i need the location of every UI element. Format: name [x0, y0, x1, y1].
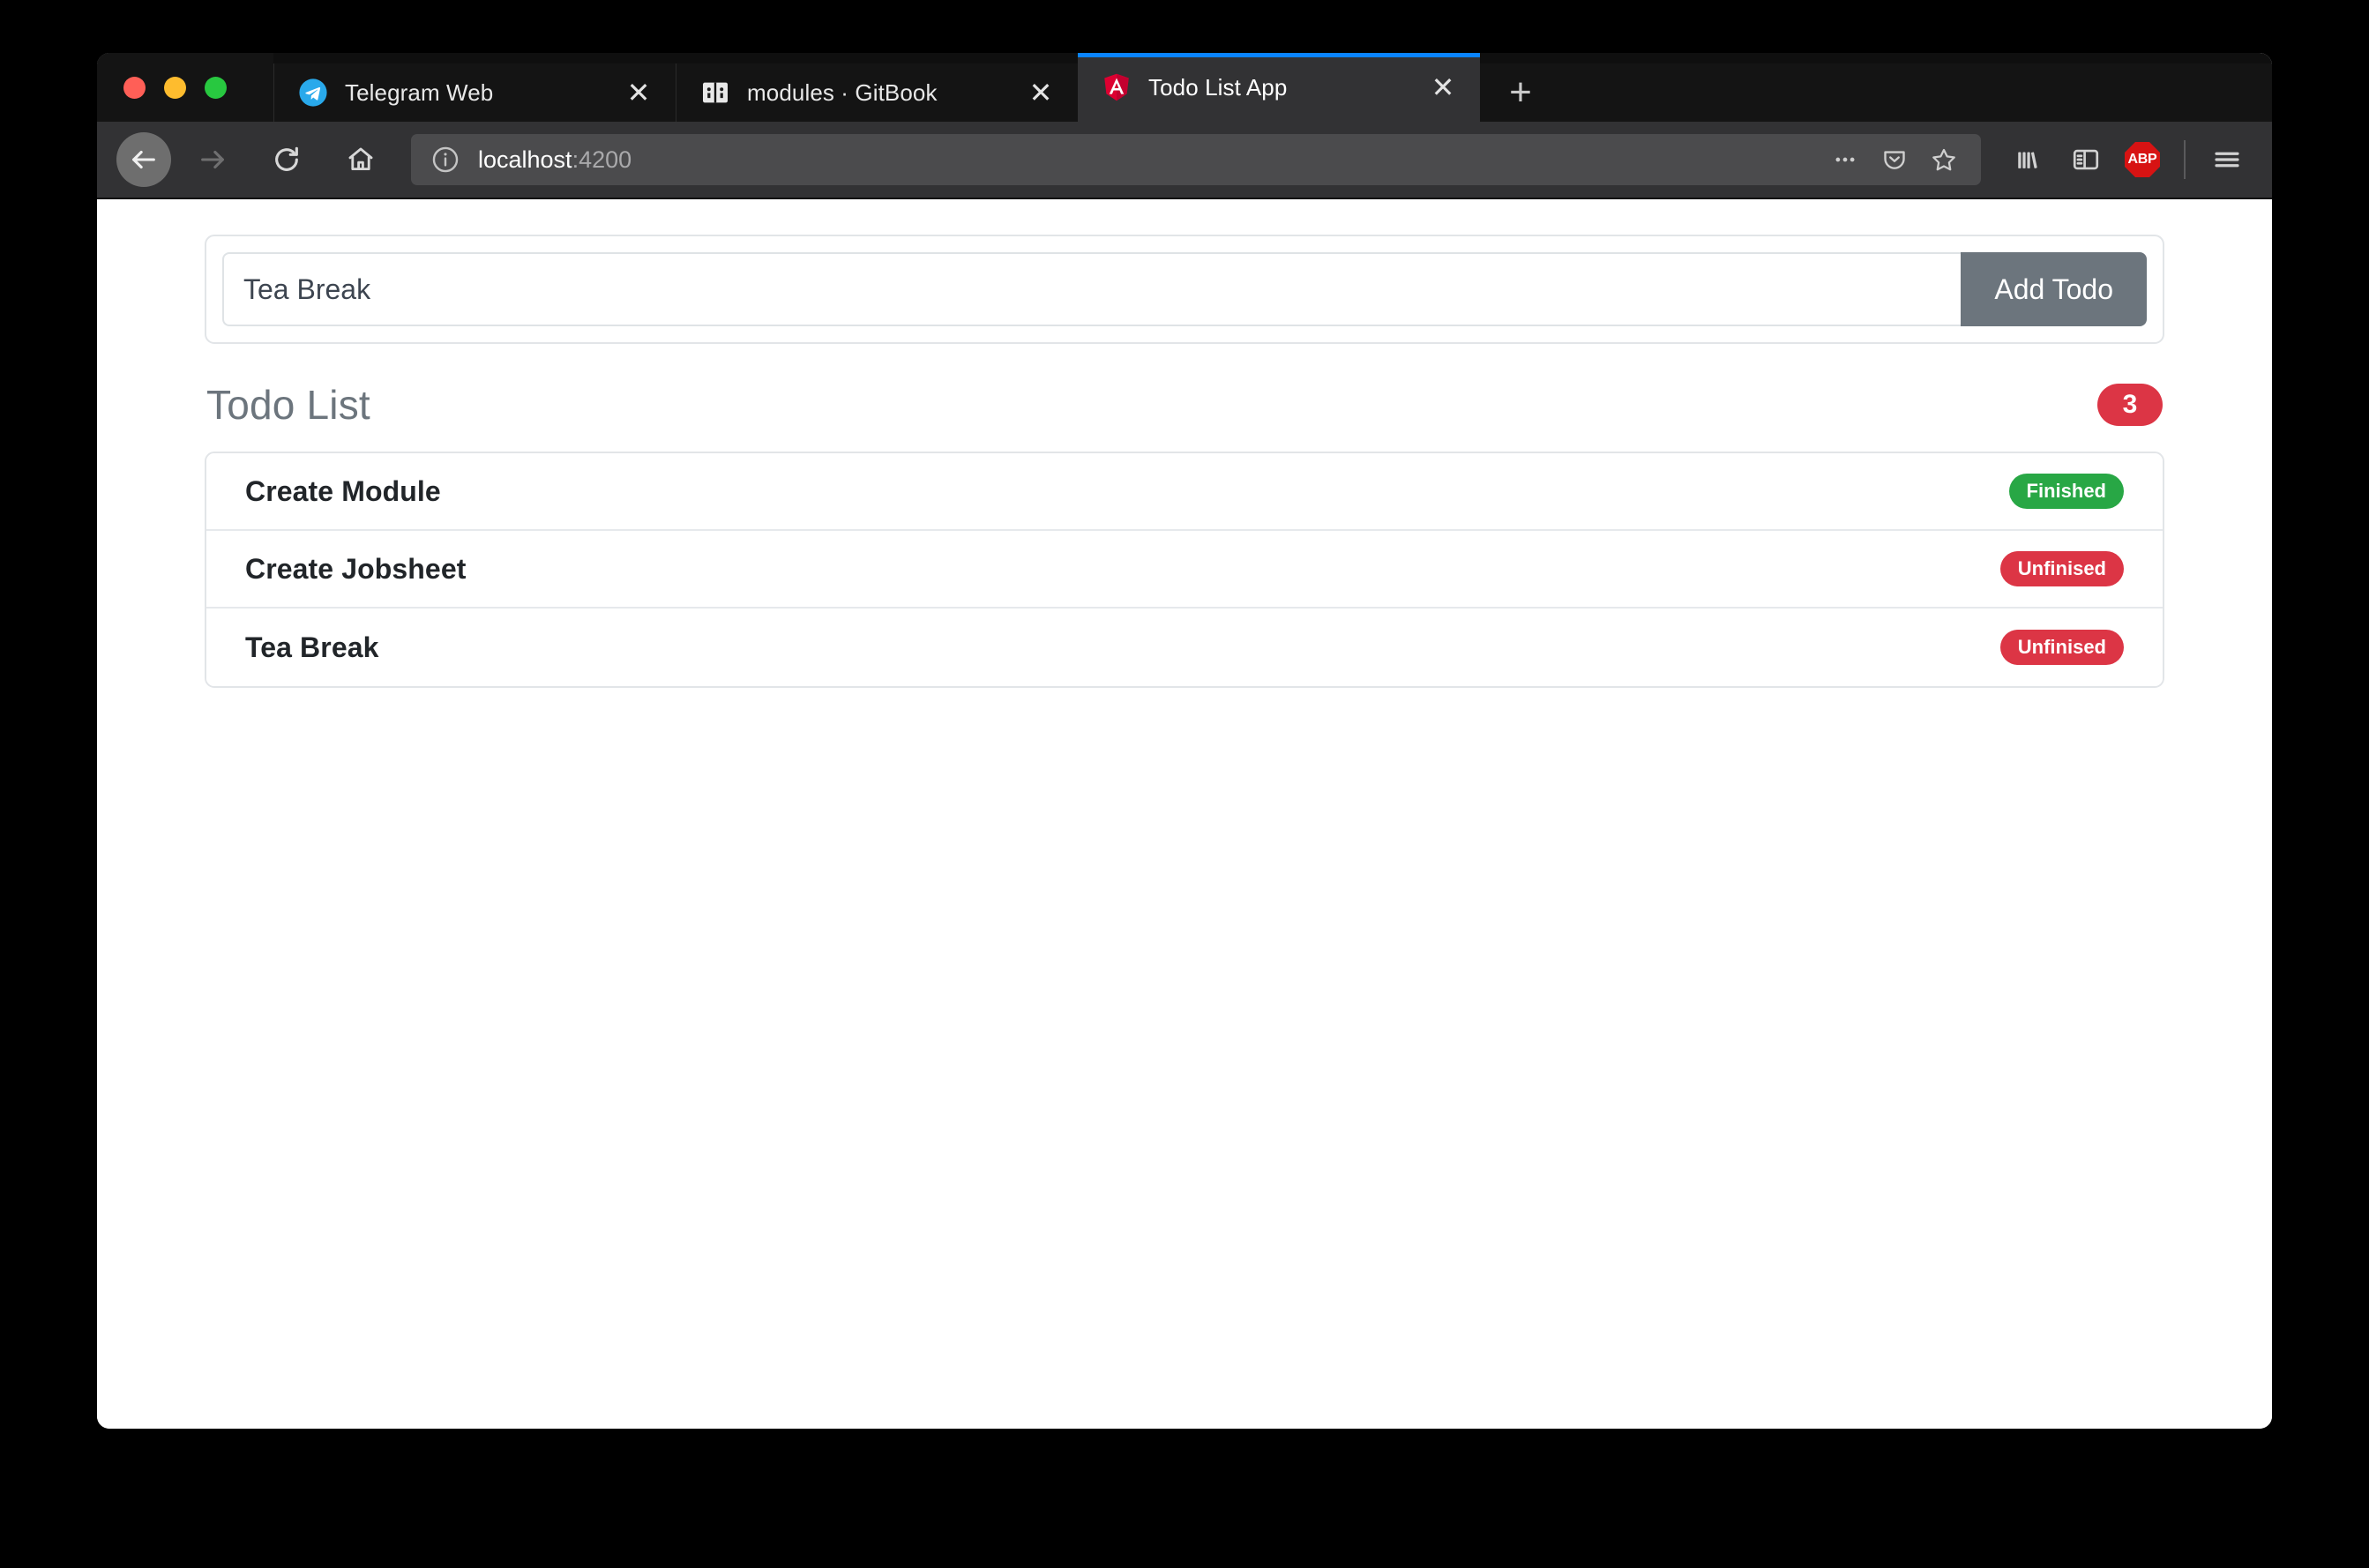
library-icon[interactable]	[2004, 134, 2055, 185]
todo-item-label: Create Jobsheet	[245, 552, 467, 585]
url-bar-actions	[1822, 137, 1967, 183]
tab-strip-filler	[1561, 63, 2272, 122]
telegram-icon	[297, 77, 329, 108]
adblock-plus-badge-label: ABP	[2125, 142, 2160, 177]
tab-strip: Telegram Web ✕ modules · GitBook ✕ Todo …	[97, 53, 2272, 122]
todo-list-header: Todo List 3	[205, 381, 2164, 429]
home-button[interactable]	[333, 132, 388, 187]
hamburger-menu-icon[interactable]	[2201, 134, 2253, 185]
sidebar-icon[interactable]	[2060, 134, 2111, 185]
window-traffic-lights	[97, 53, 273, 122]
list-item[interactable]: Tea Break Unfinised	[206, 609, 2163, 686]
url-port: :4200	[572, 146, 632, 173]
reload-button[interactable]	[259, 132, 314, 187]
browser-window: Telegram Web ✕ modules · GitBook ✕ Todo …	[97, 53, 2272, 1429]
close-tab-button[interactable]: ✕	[1425, 70, 1461, 105]
adblock-plus-icon[interactable]: ABP	[2117, 134, 2168, 185]
maximize-window-button[interactable]	[205, 76, 227, 99]
todo-item-label: Create Module	[245, 474, 441, 507]
app-container: Add Todo Todo List 3 Create Module Finis…	[205, 235, 2164, 688]
toolbar-divider	[2184, 140, 2186, 179]
navigation-toolbar: localhost:4200 ABP	[97, 122, 2272, 199]
todo-list: Create Module Finished Create Jobsheet U…	[205, 452, 2164, 688]
list-item[interactable]: Create Module Finished	[206, 453, 2163, 531]
close-window-button[interactable]	[123, 76, 146, 99]
todo-text-input[interactable]	[222, 252, 1962, 326]
back-button[interactable]	[116, 132, 171, 187]
angular-icon	[1101, 71, 1132, 103]
url-bar[interactable]: localhost:4200	[411, 134, 1981, 185]
new-tab-button[interactable]: +	[1480, 63, 1561, 122]
close-tab-button[interactable]: ✕	[1023, 75, 1058, 110]
info-circle-icon[interactable]	[430, 145, 460, 175]
star-icon[interactable]	[1921, 137, 1967, 183]
add-todo-card: Add Todo	[205, 235, 2164, 344]
page-content: Add Todo Todo List 3 Create Module Finis…	[97, 199, 2272, 1429]
gitbook-icon	[699, 77, 731, 108]
page-title: Todo List	[206, 382, 370, 428]
close-tab-button[interactable]: ✕	[621, 75, 656, 110]
tab-title: Telegram Web	[345, 78, 494, 106]
pocket-icon[interactable]	[1872, 137, 1917, 183]
tab-title: Todo List App	[1148, 73, 1288, 101]
status-badge[interactable]: Unfinised	[1999, 551, 2124, 586]
minimize-window-button[interactable]	[164, 76, 186, 99]
url-text: localhost:4200	[478, 146, 1822, 174]
page-actions-icon[interactable]	[1822, 137, 1868, 183]
list-item[interactable]: Create Jobsheet Unfinised	[206, 531, 2163, 609]
todo-item-label: Tea Break	[245, 631, 379, 663]
todo-count-badge: 3	[2097, 384, 2163, 426]
status-badge[interactable]: Unfinised	[1999, 630, 2124, 665]
add-todo-input-group: Add Todo	[222, 252, 2147, 326]
tab-telegram-web[interactable]: Telegram Web ✕	[273, 63, 676, 122]
tab-todo-list-app[interactable]: Todo List App ✕	[1078, 53, 1480, 122]
browser-toolbar-right: ABP	[2004, 134, 2253, 185]
tab-title: modules · GitBook	[747, 78, 938, 106]
status-badge[interactable]: Finished	[2008, 474, 2124, 509]
tab-modules-gitbook[interactable]: modules · GitBook ✕	[676, 63, 1078, 122]
forward-button[interactable]	[185, 132, 240, 187]
add-todo-button[interactable]: Add Todo	[1961, 252, 2147, 326]
url-host: localhost	[478, 146, 572, 173]
